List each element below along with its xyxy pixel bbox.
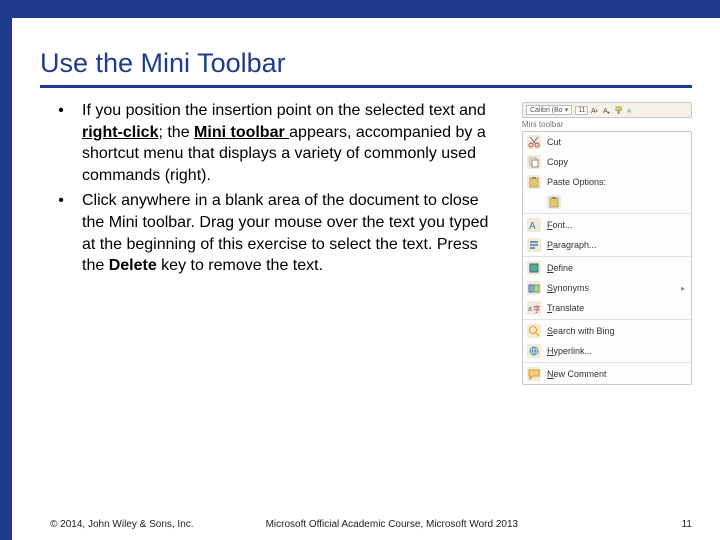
- menu-item-label: Cut: [547, 137, 561, 147]
- shrink-font-icon: A▾: [603, 106, 612, 115]
- menu-item-label: Paste Options:: [547, 177, 606, 187]
- grow-font-icon: A▴: [591, 106, 600, 115]
- menu-item: New Comment: [523, 364, 691, 384]
- menu-item-label: Synonyms: [547, 283, 589, 293]
- menu-item: Copy: [523, 152, 691, 172]
- copy-icon: [527, 155, 541, 169]
- slide: Use the Mini Toolbar •If you position th…: [0, 0, 720, 540]
- svg-text:▾: ▾: [608, 110, 611, 115]
- font-name: Calibri (Bo: [530, 107, 563, 114]
- menu-item: Paragraph...: [523, 235, 691, 255]
- menu-item-label: Paragraph...: [547, 240, 597, 250]
- cut-icon: [527, 135, 541, 149]
- paste-keep-icon: [547, 195, 561, 209]
- menu-item-label: Search with Bing: [547, 326, 615, 336]
- paste-option: [523, 192, 691, 212]
- menu-item-label: Copy: [547, 157, 568, 167]
- menu-item: Paste Options:: [523, 172, 691, 192]
- menu-separator: [523, 256, 691, 257]
- para-icon: [527, 238, 541, 252]
- syn-icon: [527, 281, 541, 295]
- bullet-item: •If you position the insertion point on …: [40, 100, 504, 186]
- menu-item: Define: [523, 258, 691, 278]
- font-size: 11: [575, 106, 588, 115]
- paste-icon: [527, 175, 541, 189]
- mini-toolbar-label: Mini toolbar: [522, 120, 692, 129]
- svg-text:A: A: [627, 108, 632, 115]
- bullet-text: If you position the insertion point on t…: [82, 100, 504, 186]
- footer: © 2014, John Wiley & Sons, Inc. Microsof…: [50, 519, 692, 530]
- bullet-item: •Click anywhere in a blank area of the d…: [40, 190, 504, 276]
- title-rule: [40, 85, 692, 88]
- submenu-arrow-icon: ▸: [681, 284, 685, 293]
- menu-item-label: Translate: [547, 303, 584, 313]
- trans-icon: a字: [527, 301, 541, 315]
- copyright-text: © 2014, John Wiley & Sons, Inc.: [50, 519, 194, 530]
- define-icon: [527, 261, 541, 275]
- menu-item: Cut: [523, 132, 691, 152]
- menu-item-label: Define: [547, 263, 573, 273]
- page-number: 11: [682, 519, 692, 530]
- bing-icon: [527, 324, 541, 338]
- menu-separator: [523, 319, 691, 320]
- menu-item-label: Hyperlink...: [547, 346, 592, 356]
- bullet-list: •If you position the insertion point on …: [40, 100, 504, 385]
- illustration: Calibri (Bo ▾ 11 A▴ A▾ A Mini toolbar Cu…: [522, 102, 692, 385]
- mini-toolbar: Calibri (Bo ▾ 11 A▴ A▾ A: [522, 102, 692, 118]
- course-text: Microsoft Official Academic Course, Micr…: [266, 519, 519, 530]
- styles-icon: A: [627, 106, 636, 115]
- svg-text:字: 字: [533, 304, 540, 314]
- svg-text:a: a: [528, 306, 532, 313]
- format-painter-icon: [615, 106, 624, 115]
- svg-text:▴: ▴: [596, 107, 599, 112]
- content-area: •If you position the insertion point on …: [40, 100, 692, 385]
- menu-item-label: New Comment: [547, 369, 607, 379]
- menu-separator: [523, 362, 691, 363]
- chevron-down-icon: ▾: [565, 106, 569, 114]
- menu-item: Synonyms ▸: [523, 278, 691, 298]
- menu-item: A Font...: [523, 215, 691, 235]
- font-dropdown: Calibri (Bo ▾: [526, 105, 572, 115]
- menu-item: Search with Bing: [523, 321, 691, 341]
- font-icon: A: [527, 218, 541, 232]
- menu-item: Hyperlink...: [523, 341, 691, 361]
- menu-separator: [523, 213, 691, 214]
- slide-title: Use the Mini Toolbar: [40, 48, 692, 79]
- link-icon: [527, 344, 541, 358]
- menu-item-label: Font...: [547, 220, 573, 230]
- bullet-marker: •: [40, 190, 82, 276]
- menu-item: a字 Translate: [523, 298, 691, 318]
- bullet-text: Click anywhere in a blank area of the do…: [82, 190, 504, 276]
- comment-icon: [527, 367, 541, 381]
- bullet-marker: •: [40, 100, 82, 186]
- context-menu: Cut Copy Paste Options: A Font... Paragraph..…: [522, 131, 692, 385]
- svg-text:A: A: [529, 221, 536, 231]
